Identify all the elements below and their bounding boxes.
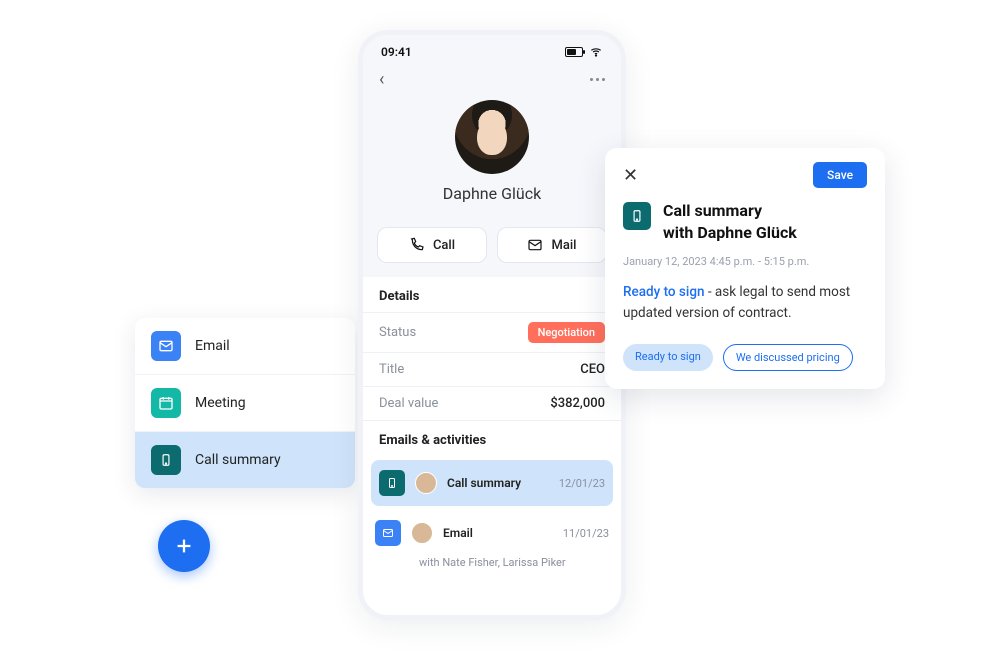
activities-section: Emails & activities Call summary 12/01/2… (363, 420, 621, 579)
summary-body: Ready to sign - ask legal to send most u… (623, 282, 867, 324)
activity-type: Email (443, 526, 553, 540)
back-button[interactable]: ‹ (379, 69, 384, 90)
activities-heading: Emails & activities (363, 421, 621, 456)
avatar (415, 472, 437, 494)
mail-label: Mail (551, 238, 576, 253)
menu-item-email[interactable]: Email (135, 318, 355, 375)
more-button[interactable] (590, 78, 605, 81)
detail-value: CEO (580, 362, 605, 377)
menu-item-meeting[interactable]: Meeting (135, 375, 355, 432)
detail-value: $382,000 (550, 396, 605, 411)
call-button[interactable]: Call (377, 227, 487, 263)
detail-row-status: Status Negotiation (363, 312, 621, 352)
phone-device-icon (151, 445, 181, 475)
avatar (455, 100, 529, 174)
phone-device-icon (623, 202, 651, 230)
contact-actions: Call Mail (363, 217, 621, 277)
detail-row-deal: Deal value $382,000 (363, 386, 621, 420)
phone-frame: 09:41 ‹ Daphne Glück Call Mail Details S… (358, 30, 626, 620)
menu-item-label: Email (195, 338, 230, 354)
summary-date: January 12, 2023 4:45 p.m. - 5:15 p.m. (623, 255, 867, 268)
menu-item-label: Meeting (195, 395, 246, 411)
summary-highlight: Ready to sign (623, 284, 705, 300)
summary-title: Call summary with Daphne Glück (663, 200, 797, 243)
activity-date: 11/01/23 (563, 527, 609, 540)
close-button[interactable]: ✕ (623, 165, 638, 186)
tag-discussed-pricing[interactable]: We discussed pricing (723, 344, 853, 371)
nav-bar: ‹ (363, 63, 621, 100)
contact-name: Daphne Glück (363, 184, 621, 203)
call-summary-card: ✕ Save Call summary with Daphne Glück Ja… (605, 148, 885, 389)
activity-subtitle: with Nate Fisher, Larissa Piker (363, 556, 621, 579)
detail-label: Title (379, 362, 404, 377)
mail-button[interactable]: Mail (497, 227, 607, 263)
wifi-icon (589, 45, 603, 59)
activity-type: Call summary (447, 476, 549, 490)
clock: 09:41 (381, 45, 412, 59)
menu-item-call-summary[interactable]: Call summary (135, 432, 355, 488)
add-button[interactable] (158, 520, 210, 572)
phone-icon (409, 237, 425, 253)
avatar (411, 522, 433, 544)
save-button[interactable]: Save (813, 162, 867, 188)
status-bar: 09:41 (363, 35, 621, 63)
calendar-icon (151, 388, 181, 418)
phone-device-icon (379, 470, 405, 496)
activity-date: 12/01/23 (559, 477, 605, 490)
menu-item-label: Call summary (195, 452, 281, 468)
status-badge: Negotiation (528, 322, 605, 343)
mail-icon (375, 520, 401, 546)
activity-row-call-summary[interactable]: Call summary 12/01/23 (371, 460, 613, 506)
detail-row-title: Title CEO (363, 352, 621, 386)
activity-row-email[interactable]: Email 11/01/23 (363, 510, 621, 556)
plus-icon (173, 535, 195, 557)
battery-icon (565, 47, 583, 57)
details-heading: Details (363, 277, 621, 312)
call-label: Call (433, 238, 455, 253)
detail-label: Deal value (379, 396, 438, 411)
tag-ready-to-sign[interactable]: Ready to sign (623, 344, 713, 371)
mail-icon (151, 331, 181, 361)
summary-tags: Ready to sign We discussed pricing (623, 344, 867, 371)
mail-icon (527, 237, 543, 253)
detail-label: Status (379, 325, 416, 340)
contact-header: Daphne Glück (363, 100, 621, 217)
activity-type-menu: Email Meeting Call summary (135, 318, 355, 488)
